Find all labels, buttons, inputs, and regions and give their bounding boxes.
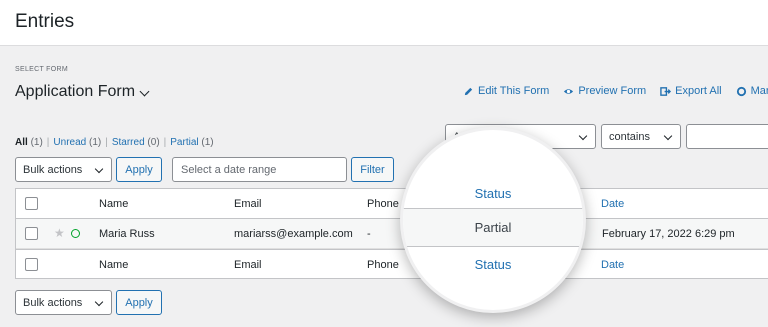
bulk-actions-select-bottom[interactable]: Bulk actions: [15, 290, 112, 315]
filter-all[interactable]: All: [15, 137, 28, 148]
select-all-checkbox-bottom[interactable]: [25, 258, 38, 271]
preview-form-link[interactable]: Preview Form: [563, 85, 646, 97]
filter-button[interactable]: Filter: [351, 157, 394, 182]
table-header-row: Name Email Phone Date: [16, 189, 768, 219]
bulk-actions-select[interactable]: Bulk actions: [15, 157, 112, 182]
column-phone-footer[interactable]: Phone: [367, 259, 399, 271]
filter-unread[interactable]: Unread: [53, 137, 86, 148]
column-date-footer[interactable]: Date: [601, 259, 624, 271]
table-row[interactable]: ★ Maria Russ mariarss@example.com - Febr…: [16, 219, 768, 249]
column-email[interactable]: Email: [234, 198, 262, 210]
entry-email: mariarss@example.com: [234, 228, 353, 240]
apply-button-bottom[interactable]: Apply: [116, 290, 162, 315]
chevron-down-icon: [139, 86, 150, 96]
row-checkbox[interactable]: [25, 227, 38, 240]
date-range-input[interactable]: Select a date range: [172, 157, 347, 182]
select-form-label: SELECT FORM: [15, 66, 68, 73]
column-name-footer[interactable]: Name: [99, 259, 128, 271]
filter-starred-count: (0): [147, 137, 160, 148]
star-icon[interactable]: ★: [54, 226, 65, 240]
export-icon: [660, 86, 672, 96]
status-filters: All (1) | Unread (1) | Starred (0) | Partial (…: [15, 137, 214, 148]
column-date[interactable]: Date: [601, 198, 624, 210]
magnified-status-header[interactable]: Status: [403, 178, 583, 209]
filter-partial-count: (1): [201, 137, 214, 148]
search-operator-select[interactable]: contains: [601, 124, 681, 149]
entry-phone: -: [367, 228, 371, 240]
filter-all-count: (1): [30, 137, 43, 148]
page-title: Entries: [15, 11, 75, 32]
unread-dot-icon[interactable]: [71, 229, 80, 238]
magnified-status-footer[interactable]: Status: [403, 247, 583, 282]
form-name: Application Form: [15, 83, 136, 100]
table-footer-row: Name Email Phone Date: [16, 249, 768, 279]
pencil-icon: [464, 87, 473, 95]
eye-icon: [564, 88, 574, 94]
filter-partial[interactable]: Partial: [170, 137, 198, 148]
form-actions: Edit This Form Preview Form Export All M…: [463, 85, 768, 97]
column-email-footer[interactable]: Email: [234, 259, 262, 271]
magnified-status-value: Partial: [403, 209, 583, 247]
apply-button[interactable]: Apply: [116, 157, 162, 182]
page-header: Entries: [0, 0, 768, 46]
form-selector[interactable]: Application Form: [15, 83, 150, 101]
edit-form-link[interactable]: Edit This Form: [463, 85, 549, 97]
entry-name[interactable]: Maria Russ: [99, 228, 155, 240]
select-all-checkbox[interactable]: [25, 197, 38, 210]
filter-starred[interactable]: Starred: [112, 137, 145, 148]
filter-unread-count: (1): [89, 137, 102, 148]
magnifier-lens: Status Partial Status: [400, 127, 586, 313]
column-name[interactable]: Name: [99, 198, 128, 210]
mark-read-link[interactable]: Mar: [736, 85, 768, 97]
search-input[interactable]: [686, 124, 768, 149]
column-phone[interactable]: Phone: [367, 198, 399, 210]
entry-date: February 17, 2022 6:29 pm: [602, 228, 735, 240]
circle-icon: [736, 86, 746, 96]
export-all-link[interactable]: Export All: [660, 85, 722, 97]
entries-table: Name Email Phone Date ★ Maria Russ maria…: [15, 188, 768, 279]
